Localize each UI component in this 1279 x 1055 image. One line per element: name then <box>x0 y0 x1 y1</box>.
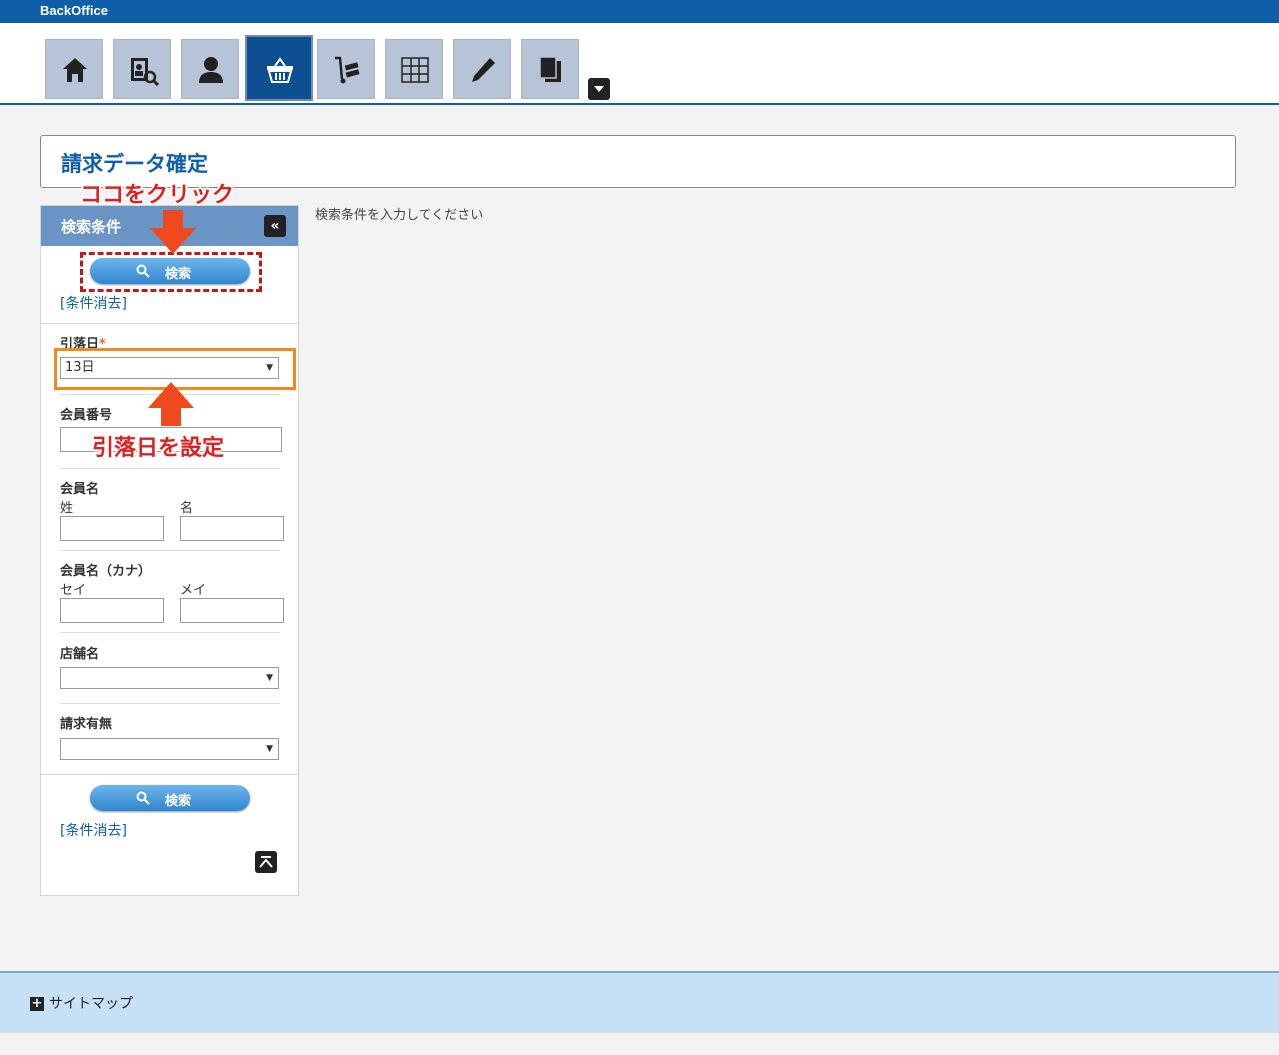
last-kana-input[interactable] <box>60 598 164 623</box>
first-kana-input[interactable] <box>180 598 284 623</box>
nav-documents-button[interactable] <box>521 39 579 99</box>
main-nav <box>0 23 1279 105</box>
up-arrow-icon <box>148 382 194 426</box>
last-kana-label: セイ <box>60 583 87 598</box>
grid-icon <box>401 57 429 83</box>
member-number-label: 会員番号 <box>60 408 113 423</box>
separator <box>60 468 280 469</box>
collapse-panel-icon[interactable]: « <box>264 215 286 237</box>
pencil-icon <box>472 58 495 82</box>
set-day-annotation: 引落日を設定 <box>92 436 225 461</box>
last-name-label: 姓 <box>60 501 74 516</box>
user-icon <box>199 57 223 83</box>
first-name-input[interactable] <box>180 516 284 541</box>
expand-plus-icon[interactable]: + <box>30 997 44 1011</box>
nav-home-button[interactable] <box>45 39 103 99</box>
member-name-label: 会員名 <box>60 482 100 497</box>
billing-status-select[interactable] <box>60 738 279 760</box>
billing-status-label: 請求有無 <box>60 717 113 732</box>
search-panel: 検索条件 « 検索 [条件消去] 引落日* 13日 会員番号 会員名 姓 名 会… <box>40 205 299 896</box>
nav-edit-button[interactable] <box>453 39 511 99</box>
nav-grid-button[interactable] <box>385 39 443 99</box>
scroll-to-top-icon[interactable] <box>255 851 277 873</box>
nav-cart-button[interactable] <box>317 39 375 99</box>
nav-user-button[interactable] <box>181 39 239 99</box>
nav-member-search-button[interactable] <box>113 39 171 99</box>
member-search-icon <box>131 58 160 87</box>
sitemap-link[interactable]: サイトマップ <box>49 993 133 1013</box>
footer: + サイトマップ <box>0 971 1279 1033</box>
click-highlight-box <box>80 252 262 292</box>
divider <box>41 323 298 324</box>
clear-conditions-link-bottom[interactable]: [条件消去] <box>60 820 127 840</box>
first-name-label: 名 <box>180 501 194 516</box>
click-here-annotation: ココをクリック <box>80 183 235 208</box>
documents-icon <box>539 56 561 82</box>
first-kana-label: メイ <box>180 583 207 598</box>
top-bar: BackOffice <box>0 0 1279 23</box>
nav-basket-button[interactable] <box>245 35 313 101</box>
store-name-label: 店舗名 <box>60 647 100 662</box>
home-icon <box>63 58 87 82</box>
separator <box>60 550 280 551</box>
brand-logo: BackOffice <box>40 3 108 18</box>
nav-more-dropdown-icon[interactable] <box>588 78 610 100</box>
search-panel-title: 検索条件 <box>61 218 122 236</box>
search-button-label: 検索 <box>165 794 192 809</box>
member-kana-label: 会員名（カナ） <box>60 564 152 579</box>
separator <box>60 703 280 704</box>
search-button-bottom[interactable]: 検索 <box>90 785 250 811</box>
search-hint-text: 検索条件を入力してください <box>315 208 484 223</box>
store-name-select[interactable] <box>60 667 279 689</box>
separator <box>60 632 280 633</box>
clear-conditions-link-top[interactable]: [条件消去] <box>60 293 127 313</box>
basket-icon <box>267 57 293 83</box>
down-arrow-icon <box>150 210 196 254</box>
last-name-input[interactable] <box>60 516 164 541</box>
search-icon <box>136 791 150 805</box>
cart-icon <box>335 56 360 84</box>
page-title: 請求データ確定 <box>61 152 208 176</box>
divider <box>41 774 298 775</box>
